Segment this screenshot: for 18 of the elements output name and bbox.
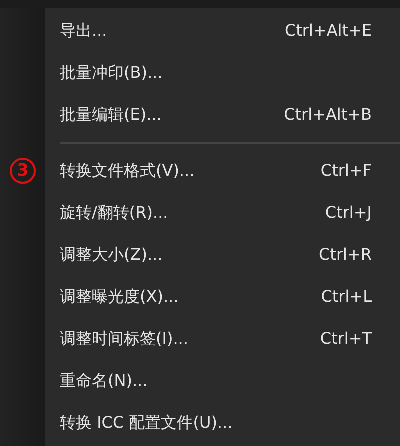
- shortcut-label: Ctrl+R: [319, 244, 372, 266]
- menu-item[interactable]: 批量冲印(B)...: [60, 61, 372, 85]
- step-marker: 3: [10, 158, 36, 184]
- menu-item[interactable]: 调整时间标签(I)...: [60, 327, 320, 351]
- menu-item[interactable]: 转换文件格式(V)...: [60, 159, 321, 183]
- shortcut-label: Ctrl+L: [321, 286, 372, 308]
- shortcut-label: Ctrl+Alt+B: [284, 104, 372, 126]
- menu-item[interactable]: 重命名(N)...: [60, 369, 372, 393]
- shortcut-label: Ctrl+Alt+E: [284, 20, 372, 42]
- menu-item[interactable]: 调整大小(Z)...: [60, 243, 319, 267]
- menu-item[interactable]: 批量编辑(E)...: [60, 103, 284, 127]
- shortcut-label: Ctrl+T: [320, 328, 372, 350]
- menu-item[interactable]: 调整曝光度(X)...: [60, 285, 322, 309]
- menu-item[interactable]: 转换 ICC 配置文件(U)...: [60, 411, 372, 435]
- shortcut-label: Ctrl+F: [320, 160, 372, 182]
- menu-item[interactable]: 旋转/翻转(R)...: [60, 201, 326, 225]
- shortcut-label: Ctrl+J: [325, 202, 372, 224]
- menu-item[interactable]: 导出...: [60, 19, 285, 43]
